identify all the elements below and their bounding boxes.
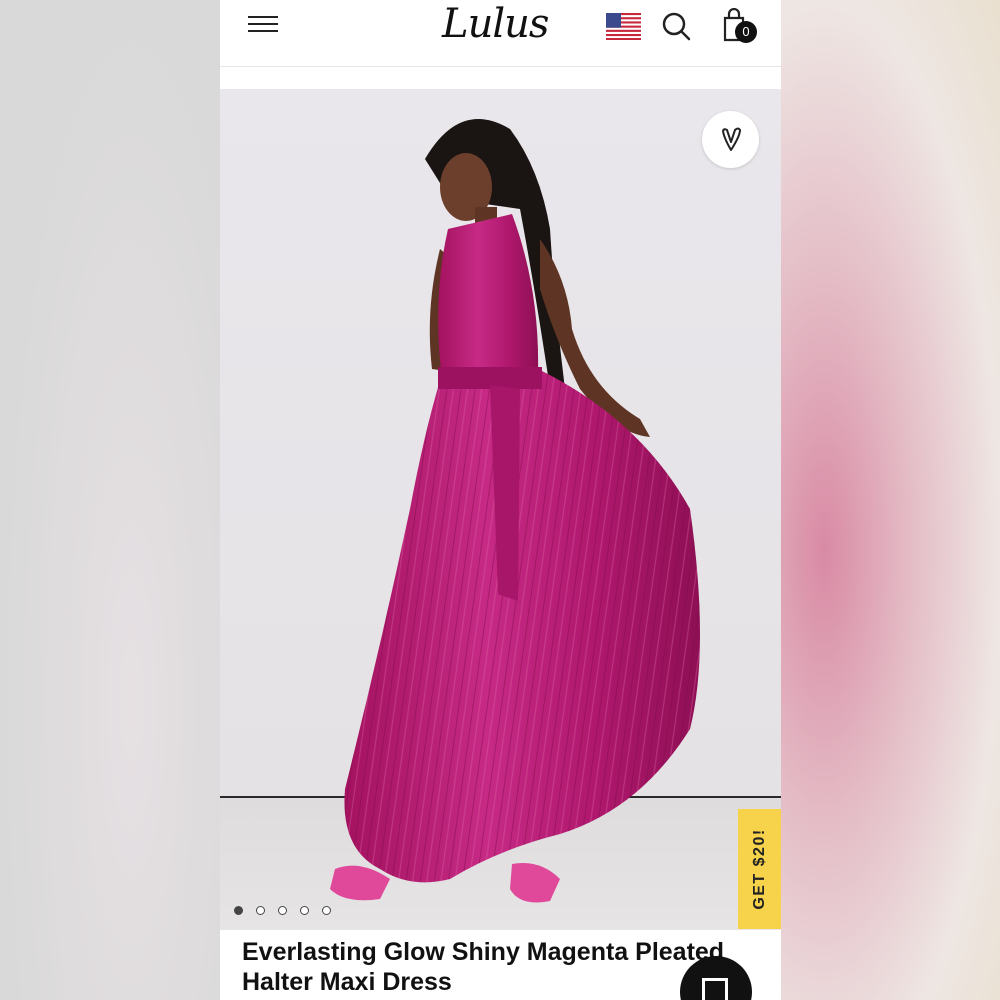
product-photo-model xyxy=(330,119,700,903)
search-icon[interactable] xyxy=(660,10,692,42)
site-logo[interactable]: Lulus xyxy=(442,0,549,50)
blurred-background-left xyxy=(0,0,220,1000)
carousel-dot-5[interactable] xyxy=(322,906,331,915)
product-image-carousel[interactable]: GET $20! xyxy=(220,89,781,930)
hamburger-menu-icon[interactable] xyxy=(248,12,278,38)
site-header: Lulus 0 xyxy=(220,0,781,67)
heart-icon xyxy=(722,127,741,151)
blurred-background-right xyxy=(780,0,1000,1000)
promo-label: GET $20! xyxy=(750,828,768,910)
carousel-dot-1[interactable] xyxy=(234,906,243,915)
carousel-dot-3[interactable] xyxy=(278,906,287,915)
wishlist-button[interactable] xyxy=(702,111,759,168)
mobile-page: Lulus 0 GET $20! Everlasting Glow Shiny … xyxy=(220,0,781,1000)
carousel-dots xyxy=(234,902,344,916)
promo-tab[interactable]: GET $20! xyxy=(738,809,781,929)
cart-count-badge: 0 xyxy=(735,21,757,43)
header-spacer xyxy=(220,67,781,89)
carousel-dot-4[interactable] xyxy=(300,906,309,915)
carousel-dot-2[interactable] xyxy=(256,906,265,915)
chat-icon xyxy=(702,978,728,1000)
us-flag-icon[interactable] xyxy=(606,13,641,40)
